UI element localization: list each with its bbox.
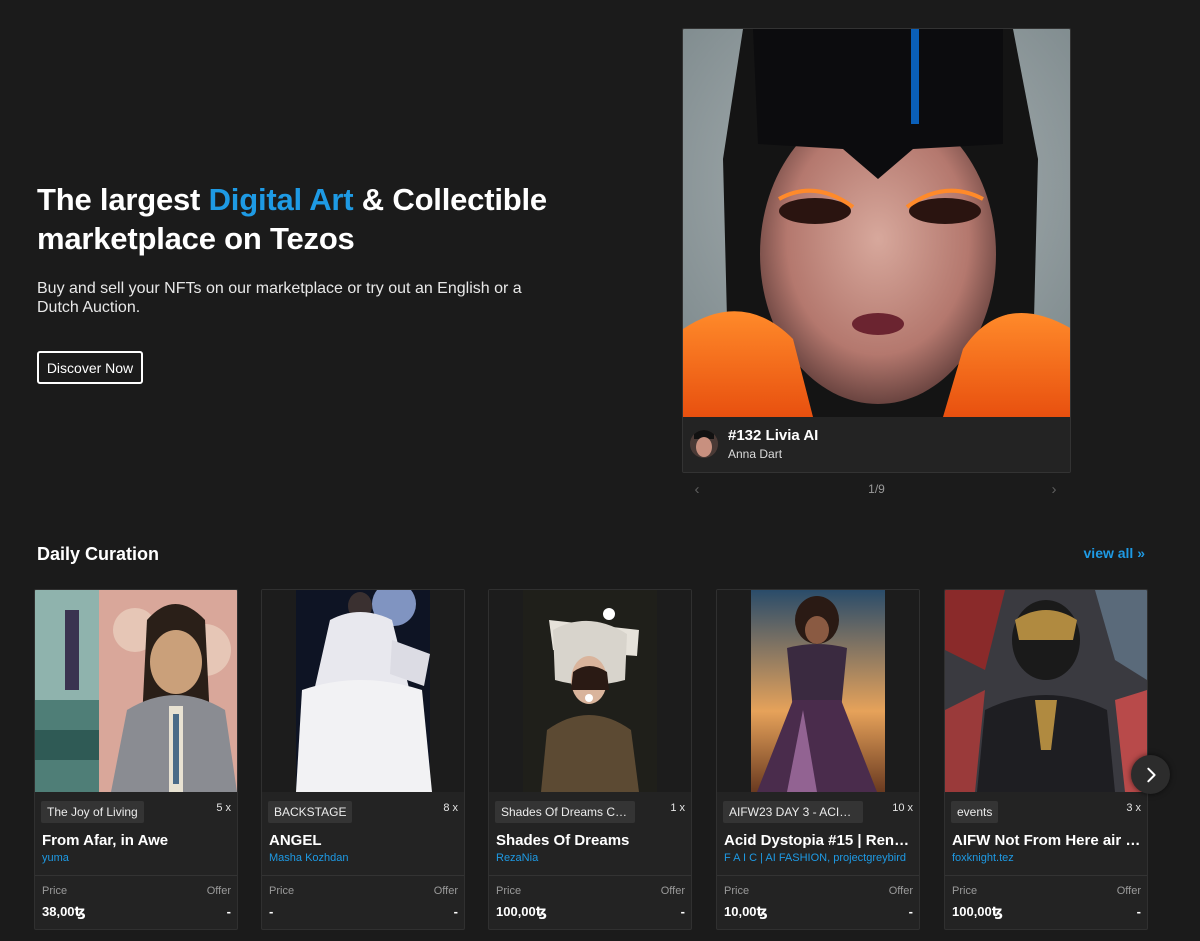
offer-value: - <box>226 904 231 919</box>
artwork-card[interactable]: The Joy of Living 5 x From Afar, in Awe … <box>34 589 238 930</box>
card-divider <box>489 875 691 876</box>
offer-value: - <box>680 904 685 919</box>
offer-label: Offer <box>433 885 458 897</box>
artwork-image[interactable] <box>945 590 1147 792</box>
price-value: 100,00ꜩ <box>952 904 1003 919</box>
artwork-title[interactable]: Shades Of Dreams <box>496 832 686 849</box>
offer-value: - <box>1136 904 1141 919</box>
price-label: Price <box>42 885 68 897</box>
edition-count: 3 x <box>1126 802 1141 814</box>
price-label: Price <box>952 885 978 897</box>
offer-label: Offer <box>888 885 913 897</box>
view-all-link[interactable]: view all » <box>1084 545 1145 561</box>
featured-artist[interactable]: Anna Dart <box>728 447 782 461</box>
price-value: 10,00ꜩ <box>724 904 768 919</box>
offer-value: - <box>908 904 913 919</box>
artwork-card[interactable]: Shades Of Dreams Col... 1 x Shades Of Dr… <box>488 589 692 930</box>
offer-label: Offer <box>1116 885 1141 897</box>
section-heading: Daily Curation <box>37 544 160 564</box>
artwork-card[interactable]: BACKSTAGE 8 x ANGEL Masha Kozhdan Price … <box>261 589 465 930</box>
slide-progress-bar <box>683 472 866 473</box>
artwork-image[interactable] <box>262 590 464 792</box>
artist-avatar[interactable] <box>690 430 718 458</box>
chevron-right-icon[interactable] <box>1131 755 1170 794</box>
price-label: Price <box>496 885 522 897</box>
hero-subtitle: Buy and sell your NFTs on our marketplac… <box>37 280 522 316</box>
chevron-right-icon[interactable]: › <box>1044 480 1064 498</box>
artwork-card[interactable]: events 3 x AIFW Not From Here air 01 fox… <box>944 589 1148 930</box>
curation-card-list: The Joy of Living 5 x From Afar, in Awe … <box>34 589 1154 931</box>
price-label: Price <box>269 885 295 897</box>
edition-count: 1 x <box>670 802 685 814</box>
artist-link[interactable]: RezaNia <box>496 852 686 864</box>
price-value: 38,00ꜩ <box>42 904 86 919</box>
artwork-image[interactable] <box>717 590 919 792</box>
discover-now-button[interactable]: Discover Now <box>37 351 143 384</box>
artist-link[interactable]: Masha Kozhdan <box>269 852 459 864</box>
price-value: 100,00ꜩ <box>496 904 547 919</box>
card-divider <box>945 875 1147 876</box>
artist-link[interactable]: foxknight.tez <box>952 852 1142 864</box>
artwork-title[interactable]: ANGEL <box>269 832 459 849</box>
offer-label: Offer <box>660 885 685 897</box>
featured-artwork-card[interactable]: #132 Livia AI Anna Dart <box>682 28 1071 473</box>
collection-tag[interactable]: Shades Of Dreams Col... <box>495 801 635 823</box>
edition-count: 10 x <box>892 802 913 814</box>
hero-title-accent: Digital Art <box>208 182 354 217</box>
edition-count: 5 x <box>216 802 231 814</box>
featured-info-bar: #132 Livia AI Anna Dart <box>683 417 1070 473</box>
price-label: Price <box>724 885 750 897</box>
hero-title-part1: The largest <box>37 182 209 217</box>
artist-link[interactable]: yuma <box>42 852 232 864</box>
artwork-title[interactable]: Acid Dystopia #15 | Renew <box>724 832 914 849</box>
artwork-image[interactable] <box>35 590 237 792</box>
featured-title[interactable]: #132 Livia AI <box>728 427 818 444</box>
artwork-image[interactable] <box>489 590 691 792</box>
offer-value: - <box>453 904 458 919</box>
collection-tag[interactable]: AIFW23 DAY 3 - ACID D... <box>723 801 863 823</box>
artwork-card[interactable]: AIFW23 DAY 3 - ACID D... 10 x Acid Dysto… <box>716 589 920 930</box>
collection-tag[interactable]: BACKSTAGE <box>268 801 353 823</box>
artwork-title[interactable]: AIFW Not From Here air 01 <box>952 832 1142 849</box>
card-divider <box>717 875 919 876</box>
featured-artwork-image[interactable] <box>683 29 1071 417</box>
price-value: - <box>269 904 274 919</box>
carousel-navigation: ‹ 1/9 › <box>682 480 1071 500</box>
artist-link[interactable]: F A I C | AI FASHION, projectgreybird <box>724 852 914 864</box>
collection-tag[interactable]: The Joy of Living <box>41 801 144 823</box>
offer-label: Offer <box>206 885 231 897</box>
hero-section: The largest Digital Art & Collectible ma… <box>37 180 597 384</box>
artwork-title[interactable]: From Afar, in Awe <box>42 832 232 849</box>
hero-title: The largest Digital Art & Collectible ma… <box>37 180 597 258</box>
card-divider <box>35 875 237 876</box>
card-divider <box>262 875 464 876</box>
collection-tag[interactable]: events <box>951 801 999 823</box>
edition-count: 8 x <box>443 802 458 814</box>
carousel-page-counter: 1/9 <box>868 482 885 496</box>
